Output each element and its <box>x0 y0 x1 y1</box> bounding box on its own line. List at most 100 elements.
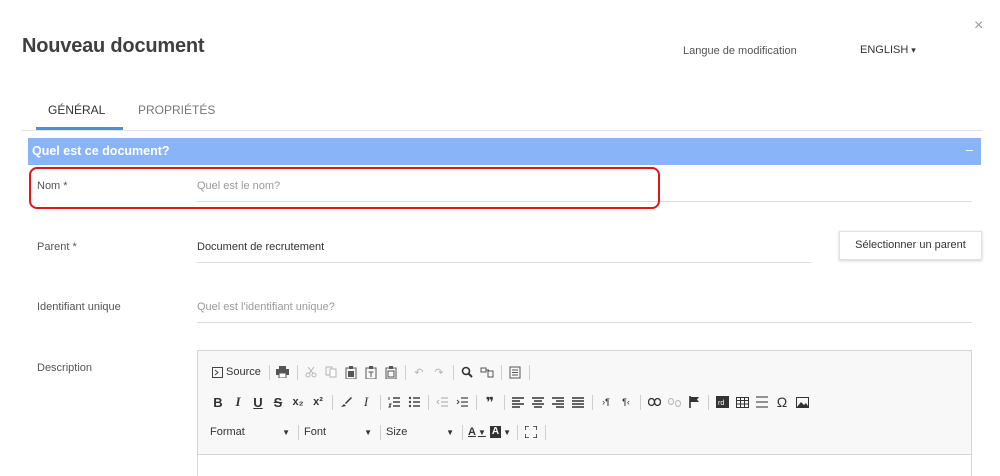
parent-input[interactable]: Document de recrutement <box>197 241 797 257</box>
cut-icon[interactable] <box>303 363 319 381</box>
language-dropdown[interactable]: ENGLISH ▾ <box>860 44 916 56</box>
toolbar-separator <box>528 364 530 380</box>
toolbar-separator <box>404 364 406 380</box>
ltr-icon[interactable]: ›¶ <box>598 393 614 411</box>
horizontal-rule-icon[interactable] <box>754 393 770 411</box>
toolbar-separator <box>545 424 547 440</box>
chevron-down-icon: ▾ <box>911 45 916 55</box>
maximize-icon[interactable] <box>523 423 539 441</box>
source-label: Source <box>226 366 261 378</box>
chevron-down-icon: ▼ <box>364 427 372 437</box>
indent-icon[interactable] <box>454 393 470 411</box>
identifier-label: Identifiant unique <box>37 301 121 313</box>
font-label: Font <box>304 426 327 438</box>
text-color-label: A <box>468 426 476 438</box>
svg-text:rd: rd <box>718 400 724 407</box>
remove-format-brush-icon[interactable] <box>338 393 354 411</box>
size-dropdown[interactable]: Size ▼ <box>386 423 454 441</box>
parent-underline <box>197 262 811 263</box>
link-icon[interactable] <box>646 393 662 411</box>
paste-text-icon[interactable] <box>363 363 379 381</box>
special-char-icon[interactable]: Ω <box>774 393 790 411</box>
copy-icon[interactable] <box>323 363 339 381</box>
tab-properties[interactable]: PROPRIÉTÉS <box>138 103 215 117</box>
print-icon[interactable] <box>275 363 291 381</box>
format-label: Format <box>210 426 245 438</box>
tabs-divider <box>22 130 982 131</box>
source-button[interactable]: Source <box>210 363 263 381</box>
align-right-icon[interactable] <box>550 393 566 411</box>
image-icon[interactable] <box>794 393 810 411</box>
section-title: Quel est ce document? <box>32 144 170 158</box>
bulleted-list-icon[interactable] <box>406 393 422 411</box>
undo-icon[interactable]: ↶ <box>411 363 427 381</box>
language-value: ENGLISH <box>860 44 909 56</box>
find-icon[interactable] <box>459 363 475 381</box>
toolbar-separator <box>592 394 593 410</box>
toolbar-separator <box>517 424 519 440</box>
text-color-icon[interactable]: A ▼ <box>468 423 486 441</box>
toolbar-separator <box>452 364 454 380</box>
toolbar-separator <box>428 394 429 410</box>
unlink-icon[interactable] <box>666 393 682 411</box>
align-left-icon[interactable] <box>510 393 526 411</box>
rtl-icon[interactable]: ¶‹ <box>618 393 634 411</box>
blockquote-icon[interactable]: ❞ <box>482 393 498 411</box>
numbered-list-icon[interactable] <box>386 393 402 411</box>
outdent-icon[interactable] <box>434 393 450 411</box>
toolbar-separator <box>708 394 709 410</box>
close-icon[interactable]: × <box>974 18 983 34</box>
source-icon <box>212 366 223 378</box>
editor-content-area[interactable] <box>198 454 971 476</box>
toolbar-separator <box>380 424 381 440</box>
clear-format-icon[interactable]: I <box>358 393 374 411</box>
paste-word-icon[interactable] <box>383 363 399 381</box>
toolbar-separator <box>500 364 502 380</box>
font-dropdown[interactable]: Font ▼ <box>304 423 372 441</box>
chevron-down-icon: ▼ <box>282 427 290 437</box>
toolbar-row-1: Source ↶ ↷ <box>210 362 535 382</box>
anchor-icon[interactable] <box>686 393 702 411</box>
justify-icon[interactable] <box>570 393 586 411</box>
modal-title: Nouveau document <box>22 35 205 57</box>
select-all-icon[interactable] <box>507 363 523 381</box>
description-label: Description <box>37 362 93 374</box>
select-parent-button[interactable]: Sélectionner un parent <box>839 231 982 260</box>
paste-icon[interactable] <box>343 363 359 381</box>
identifier-input[interactable] <box>197 299 797 315</box>
toolbar-separator <box>380 394 381 410</box>
toolbar-row-2: B I U S x₂ x² I ❞ ›¶ ¶‹ rd Ω <box>210 392 814 412</box>
subscript-icon[interactable]: x₂ <box>290 393 306 411</box>
toolbar-row-3: Format ▼ Font ▼ Size ▼ A ▼ A ▼ <box>210 422 551 442</box>
bg-color-label: A <box>489 426 502 438</box>
toolbar-separator <box>296 364 298 380</box>
underline-icon[interactable]: U <box>250 393 266 411</box>
chevron-down-icon: ▼ <box>446 427 454 437</box>
italic-icon[interactable]: I <box>230 393 246 411</box>
align-center-icon[interactable] <box>530 393 546 411</box>
highlight-box <box>29 167 660 209</box>
toolbar-separator <box>332 394 333 410</box>
toolbar-separator <box>504 394 505 410</box>
toolbar-separator <box>476 394 477 410</box>
size-label: Size <box>386 426 408 438</box>
section-header[interactable]: Quel est ce document? – <box>28 138 981 165</box>
bold-icon[interactable]: B <box>210 393 226 411</box>
tab-general[interactable]: GÉNÉRAL <box>48 103 105 117</box>
embed-icon[interactable]: rd <box>714 393 730 411</box>
rich-text-editor: Source ↶ ↷ B I U S x₂ x² I ❞ ›¶ ¶‹ rd Ω … <box>197 350 972 476</box>
table-icon[interactable] <box>734 393 750 411</box>
redo-icon[interactable]: ↷ <box>431 363 447 381</box>
strike-icon[interactable]: S <box>270 393 286 411</box>
parent-label: Parent * <box>37 241 77 253</box>
collapse-icon[interactable]: – <box>966 142 973 157</box>
language-label: Langue de modification <box>683 45 797 57</box>
toolbar-separator <box>298 424 299 440</box>
replace-icon[interactable] <box>479 363 495 381</box>
format-dropdown[interactable]: Format ▼ <box>210 423 290 441</box>
superscript-icon[interactable]: x² <box>310 393 326 411</box>
bg-color-icon[interactable]: A ▼ <box>489 423 511 441</box>
toolbar-separator <box>462 424 463 440</box>
toolbar-separator <box>640 394 641 410</box>
identifier-underline <box>197 322 972 323</box>
